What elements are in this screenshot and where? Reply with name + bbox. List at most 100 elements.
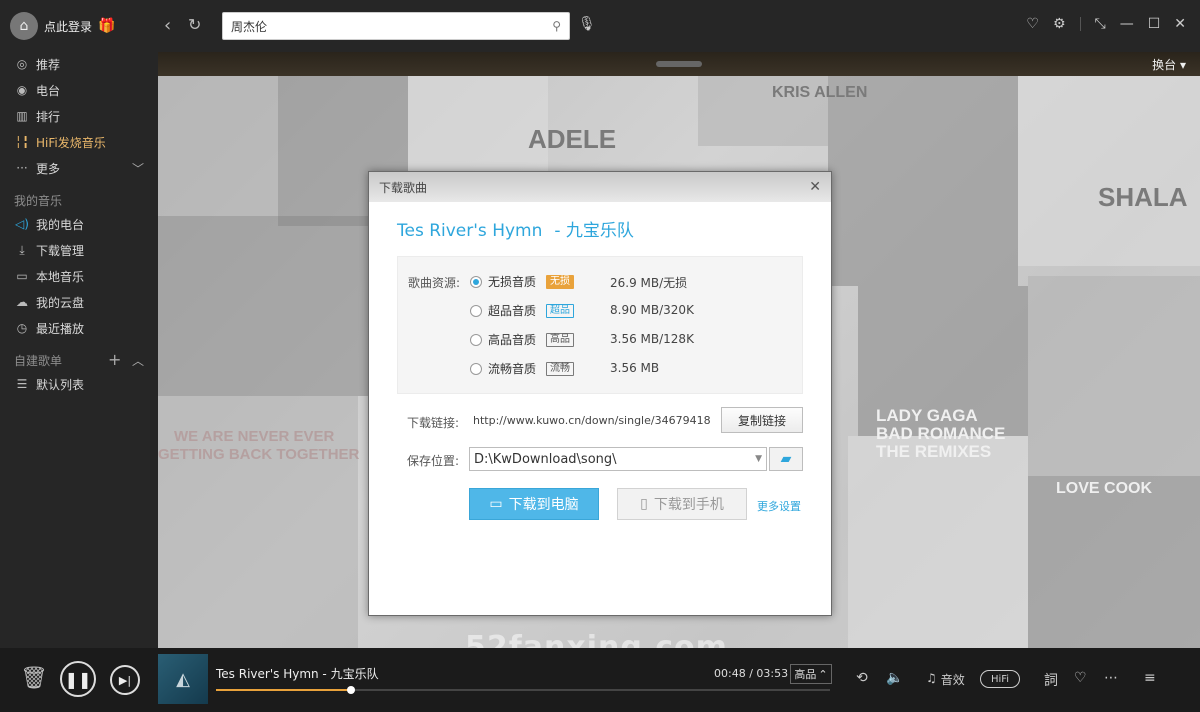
quality-option-smooth[interactable]: 流畅音质 流畅 <box>470 360 574 377</box>
chevron-up-icon[interactable]: ︿ <box>132 352 144 369</box>
quality-label: 歌曲资源: <box>408 276 461 290</box>
cloud-icon: ☁ <box>16 295 28 309</box>
volume-icon[interactable]: 🔈 <box>886 670 903 686</box>
search-input[interactable] <box>231 19 553 33</box>
progress-knob[interactable] <box>347 686 356 694</box>
next-button[interactable]: ▶| <box>110 665 140 695</box>
song-info: Tes River's Hymn - 九宝乐队 <box>397 216 634 241</box>
search-icon[interactable]: ⚲ <box>552 19 561 33</box>
trash-icon[interactable]: 🗑 <box>20 666 48 691</box>
radio-button[interactable] <box>470 304 482 317</box>
quality-size: 3.56 MB <box>610 361 660 375</box>
album-text: ADELE <box>528 124 617 154</box>
sidebar-item-label: 下载管理 <box>36 243 85 258</box>
quality-box: 歌曲资源: 无损音质 无损 26.9 MB/无损 超品音质 超品 8.90 MB… <box>397 256 803 394</box>
more-settings-link[interactable]: 更多设置 <box>757 498 801 514</box>
switch-station-button[interactable]: 换台 ▾ <box>1152 56 1186 73</box>
quality-badge: 高品 <box>546 332 574 347</box>
close-icon[interactable]: ✕ <box>1174 16 1186 32</box>
minimize-icon[interactable]: — <box>1120 16 1134 32</box>
sidebar-item-recommend[interactable]: ◎ 推荐 <box>14 54 60 74</box>
mini-mode-icon[interactable]: ⤡ <box>1095 16 1106 32</box>
my-music-title: 我的音乐 <box>14 194 63 208</box>
sidebar-item-label: 默认列表 <box>36 377 85 392</box>
progress-bar[interactable] <box>216 686 830 694</box>
sidebar-item-recent[interactable]: ◷ 最近播放 <box>14 318 84 338</box>
chevron-down-icon[interactable]: ▼ <box>755 454 762 464</box>
sidebar-item-hifi[interactable]: ╎╏ HiFi发烧音乐 <box>14 132 106 152</box>
album-tile <box>848 436 1028 648</box>
album-cover[interactable]: ◭ <box>158 654 208 704</box>
heart-icon[interactable]: ♡ <box>1074 670 1087 686</box>
drag-handle[interactable] <box>656 61 702 67</box>
quality-value: 高品 <box>794 668 817 681</box>
sound-effect-label: 音效 <box>940 673 965 687</box>
back-icon[interactable]: ‹ <box>164 15 171 36</box>
sidebar-item-ranking[interactable]: ▥ 排行 <box>14 106 60 126</box>
note-icon: ♫ <box>926 671 937 685</box>
sidebar-item-label: 推荐 <box>36 57 61 72</box>
pause-icon: ❚❚ <box>64 669 92 689</box>
album-tile <box>158 76 278 216</box>
sidebar-item-label: HiFi发烧音乐 <box>36 135 106 150</box>
sidebar-item-cloud[interactable]: ☁ 我的云盘 <box>14 292 84 312</box>
profile[interactable]: ⌂ 点此登录 🎁 <box>10 12 115 40</box>
lyrics-icon[interactable]: 詞 <box>1044 670 1058 690</box>
download-icon: ⤓ <box>19 242 25 257</box>
gear-icon[interactable]: ⚙ <box>1053 16 1066 32</box>
radio-button[interactable] <box>470 275 482 288</box>
copy-link-button[interactable]: 复制链接 <box>721 407 803 433</box>
playlist-icon[interactable]: ≡ <box>1144 670 1156 686</box>
mic-icon[interactable]: 🎙 <box>578 16 596 32</box>
quality-select[interactable]: 高品 ⌃ <box>790 664 832 684</box>
more-icon[interactable]: ⋯ <box>1104 670 1118 686</box>
refresh-icon[interactable]: ↻ <box>188 15 201 34</box>
add-playlist-icon[interactable]: + <box>108 350 121 369</box>
quality-option-high[interactable]: 高品音质 高品 <box>470 331 574 348</box>
save-path-field[interactable]: D:\KwDownload\song\ ▼ <box>469 447 767 471</box>
sidebar-item-more[interactable]: ··· 更多 <box>14 158 60 178</box>
radio-button[interactable] <box>470 333 482 346</box>
quality-option-lossless[interactable]: 无损音质 无损 <box>470 273 574 290</box>
sidebar-item-local[interactable]: ▭ 本地音乐 <box>14 266 84 286</box>
album-tile <box>158 216 368 396</box>
sidebar-item-label: 排行 <box>36 109 61 124</box>
sidebar-item-default-list[interactable]: ☰ 默认列表 <box>14 374 84 394</box>
quality-option-super[interactable]: 超品音质 超品 <box>470 302 574 319</box>
gift-icon[interactable]: 🎁 <box>98 18 115 34</box>
radio-button[interactable] <box>470 362 482 375</box>
download-link[interactable]: http://www.kuwo.cn/down/single/34679418 <box>473 414 711 427</box>
next-icon: ▶| <box>118 673 132 687</box>
pause-button[interactable]: ❚❚ <box>60 661 96 697</box>
login-link[interactable]: 点此登录 <box>44 18 92 35</box>
progress-fill <box>216 689 352 691</box>
sidebar-item-downloads[interactable]: ⤓ 下载管理 <box>14 240 84 260</box>
window-controls: ♡ ⚙ ⤡ — ☐ ✕ <box>1026 16 1186 32</box>
album-text: LADY GAGA <box>876 406 978 425</box>
download-to-phone-button[interactable]: ▯ 下载到手机 <box>617 488 747 520</box>
download-to-pc-button[interactable]: ▭ 下载到电脑 <box>469 488 599 520</box>
sidebar-item-radio[interactable]: ◉ 电台 <box>14 80 60 100</box>
quality-name: 超品音质 <box>488 304 537 318</box>
album-text: KRIS ALLEN <box>772 84 868 101</box>
link-label: 下载链接: <box>407 416 460 430</box>
search-box[interactable]: ⚲ <box>222 12 570 40</box>
shirt-icon[interactable]: ♡ <box>1026 16 1039 32</box>
dialog-header: 下载歌曲 ✕ <box>369 172 831 202</box>
download-to-phone-label: 下载到手机 <box>653 497 724 513</box>
chevron-down-icon[interactable]: ﹀ <box>132 160 144 177</box>
maximize-icon[interactable]: ☐ <box>1148 16 1161 32</box>
quality-name: 高品音质 <box>488 333 537 347</box>
monitor-icon: ▭ <box>16 269 28 283</box>
dialog-title: 下载歌曲 <box>379 180 428 195</box>
sidebar-item-my-radio[interactable]: ◁) 我的电台 <box>14 214 84 234</box>
radio-icon: ◉ <box>16 83 28 97</box>
quality-size: 26.9 MB/无损 <box>610 276 688 290</box>
folder-icon[interactable]: ▰ <box>769 447 803 471</box>
loop-icon[interactable]: ⟲ <box>856 670 868 686</box>
hifi-toggle[interactable]: HiFi <box>980 670 1020 688</box>
close-icon[interactable]: ✕ <box>809 179 821 195</box>
sound-effect-button[interactable]: ♫ 音效 <box>926 671 965 688</box>
avatar[interactable]: ⌂ <box>10 12 38 40</box>
quality-badge: 流畅 <box>546 361 574 376</box>
